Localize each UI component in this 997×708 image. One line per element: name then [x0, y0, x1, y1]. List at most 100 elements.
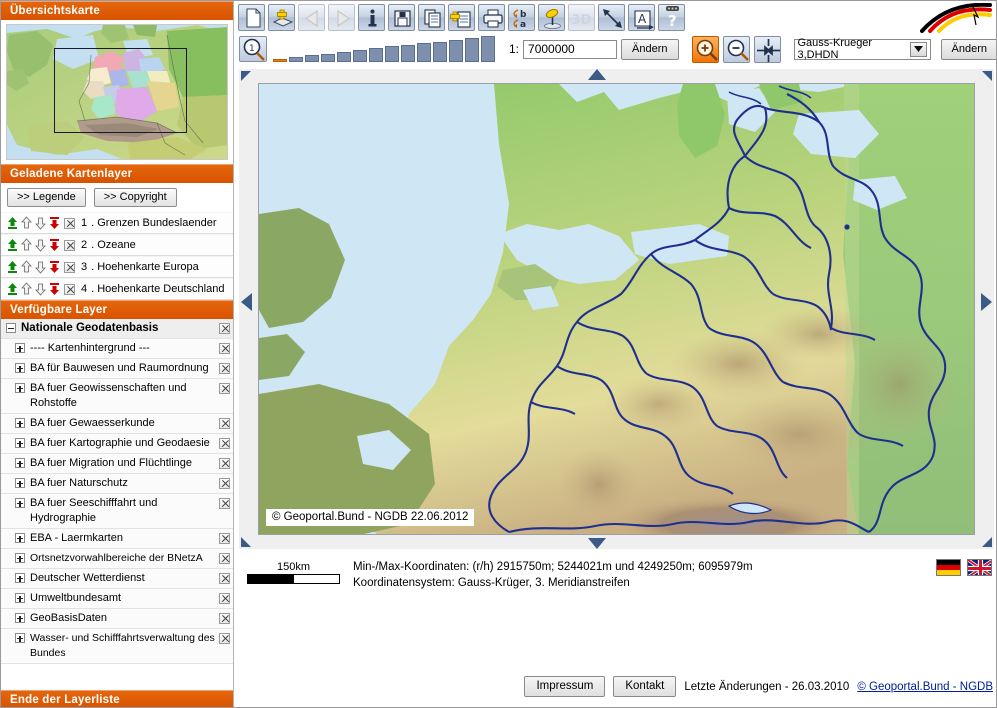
zoom-step[interactable] [369, 48, 383, 62]
zoom-step[interactable] [433, 42, 447, 62]
zoom-step[interactable] [289, 57, 303, 62]
highlight-icon[interactable] [538, 4, 565, 31]
zoom-step[interactable] [337, 52, 351, 62]
pan-west-arrow[interactable] [241, 293, 252, 311]
remove-node-checkbox[interactable] [219, 343, 230, 354]
move-down-icon[interactable] [34, 238, 47, 252]
sort-ab-icon[interactable]: ba [508, 4, 535, 31]
expand-plus-icon[interactable] [15, 383, 25, 393]
remove-layer-checkbox[interactable] [64, 284, 75, 295]
move-up-icon[interactable] [20, 282, 33, 296]
expand-plus-icon[interactable] [15, 533, 25, 543]
remove-node-checkbox[interactable] [219, 533, 230, 544]
expand-plus-icon[interactable] [15, 458, 25, 468]
remove-node-checkbox[interactable] [219, 438, 230, 449]
zoom-in-button[interactable] [692, 36, 719, 63]
copy-icon[interactable] [418, 4, 445, 31]
remove-layer-checkbox[interactable] [64, 262, 75, 273]
chevron-down-icon[interactable] [910, 42, 926, 57]
overview-extent-box[interactable] [54, 48, 187, 133]
info-icon[interactable] [358, 4, 385, 31]
tree-node[interactable]: Ortsnetzvorwahlbereiche der BNetzA [1, 549, 233, 569]
zoom-level-indicator-icon[interactable]: 1 [239, 36, 267, 62]
loaded-layer-row[interactable]: 1 . Grenzen Bundeslaender [1, 212, 233, 234]
tree-node[interactable]: BA fuer Geowissenschaften und Rohstoffe [1, 379, 233, 414]
tree-node[interactable]: BA fuer Kartographie und Geodaesie [1, 434, 233, 454]
measure-icon[interactable] [598, 4, 625, 31]
zoom-step[interactable] [465, 38, 479, 62]
pan-north-arrow[interactable] [588, 69, 606, 80]
collapse-minus-icon[interactable] [6, 323, 16, 333]
move-to-top-icon[interactable] [6, 282, 19, 296]
move-to-bottom-icon[interactable] [48, 216, 61, 230]
legend-button[interactable]: >> Legende [7, 188, 86, 207]
3d-icon[interactable]: 3D [568, 4, 595, 31]
move-to-top-icon[interactable] [6, 260, 19, 274]
pan-southeast-arrow[interactable] [982, 537, 992, 547]
remove-node-checkbox[interactable] [219, 363, 230, 374]
impressum-button[interactable]: Impressum [524, 676, 605, 697]
move-to-bottom-icon[interactable] [48, 238, 61, 252]
move-down-icon[interactable] [34, 282, 47, 296]
zoom-step[interactable] [385, 46, 399, 62]
expand-plus-icon[interactable] [15, 593, 25, 603]
move-to-bottom-icon[interactable] [48, 260, 61, 274]
move-to-top-icon[interactable] [6, 238, 19, 252]
tree-node[interactable]: Wasser- und Schifffahrtsverwaltung des B… [1, 629, 233, 664]
pan-northeast-arrow[interactable] [982, 71, 992, 81]
flag-germany-icon[interactable] [936, 559, 961, 576]
tree-node[interactable]: BA fuer Migration und Flüchtlinge [1, 454, 233, 474]
move-to-bottom-icon[interactable] [48, 282, 61, 296]
move-to-top-icon[interactable] [6, 216, 19, 230]
label-icon[interactable]: A [628, 4, 655, 31]
expand-plus-icon[interactable] [15, 343, 25, 353]
zoom-out-button[interactable] [723, 36, 750, 63]
tree-node[interactable]: BA fuer Seeschifffahrt und Hydrographie [1, 494, 233, 529]
scale-input[interactable] [523, 40, 617, 59]
projection-select[interactable]: Gauss-Krueger 3,DHDN [794, 39, 931, 60]
loaded-layer-row[interactable]: 3 . Hoehenkarte Europa [1, 256, 233, 278]
tree-node[interactable]: BA für Bauwesen und Raumordnung [1, 359, 233, 379]
move-up-icon[interactable] [20, 216, 33, 230]
remove-node-checkbox[interactable] [219, 593, 230, 604]
scale-change-button[interactable]: Ändern [621, 39, 678, 60]
overview-map[interactable] [6, 24, 228, 160]
zoom-step[interactable] [321, 54, 335, 62]
copyright-button[interactable]: >> Copyright [94, 188, 177, 207]
zoom-step[interactable] [449, 40, 463, 62]
copyright-link[interactable]: © Geoportal.Bund - NGDB [857, 681, 993, 693]
expand-plus-icon[interactable] [15, 573, 25, 583]
expand-plus-icon[interactable] [15, 553, 25, 563]
expand-plus-icon[interactable] [15, 438, 25, 448]
zoom-level-slider[interactable] [271, 36, 495, 62]
projection-change-button[interactable]: Ändern [941, 39, 997, 60]
tree-node[interactable]: EBA - Laermkarten [1, 529, 233, 549]
tree-node[interactable]: ---- Kartenhintergrund --- [1, 339, 233, 359]
remove-node-checkbox[interactable] [219, 383, 230, 394]
move-up-icon[interactable] [20, 260, 33, 274]
tree-node[interactable]: Umweltbundesamt [1, 589, 233, 609]
forward-arrow-icon[interactable] [328, 4, 355, 31]
tree-node[interactable]: GeoBasisDaten [1, 609, 233, 629]
help-icon[interactable]: ? [658, 4, 685, 31]
expand-plus-icon[interactable] [15, 633, 25, 643]
expand-plus-icon[interactable] [15, 478, 25, 488]
zoom-step[interactable] [353, 50, 367, 62]
pan-south-arrow[interactable] [588, 538, 606, 549]
tree-node[interactable]: BA fuer Naturschutz [1, 474, 233, 494]
zoom-step[interactable] [401, 45, 415, 62]
new-map-icon[interactable] [238, 4, 265, 31]
tree-node-root[interactable]: Nationale Geodatenbasis [1, 319, 233, 339]
move-down-icon[interactable] [34, 260, 47, 274]
remove-node-checkbox[interactable] [219, 323, 230, 334]
remove-node-checkbox[interactable] [219, 553, 230, 564]
remove-layer-checkbox[interactable] [64, 218, 75, 229]
loaded-layer-row[interactable]: 4 . Hoehenkarte Deutschland [1, 278, 233, 300]
remove-node-checkbox[interactable] [219, 478, 230, 489]
remove-node-checkbox[interactable] [219, 613, 230, 624]
add-layer-icon[interactable] [268, 4, 295, 31]
back-arrow-icon[interactable] [298, 4, 325, 31]
add-document-icon[interactable] [448, 4, 475, 31]
zoom-step[interactable] [305, 55, 319, 62]
remove-node-checkbox[interactable] [219, 633, 230, 644]
